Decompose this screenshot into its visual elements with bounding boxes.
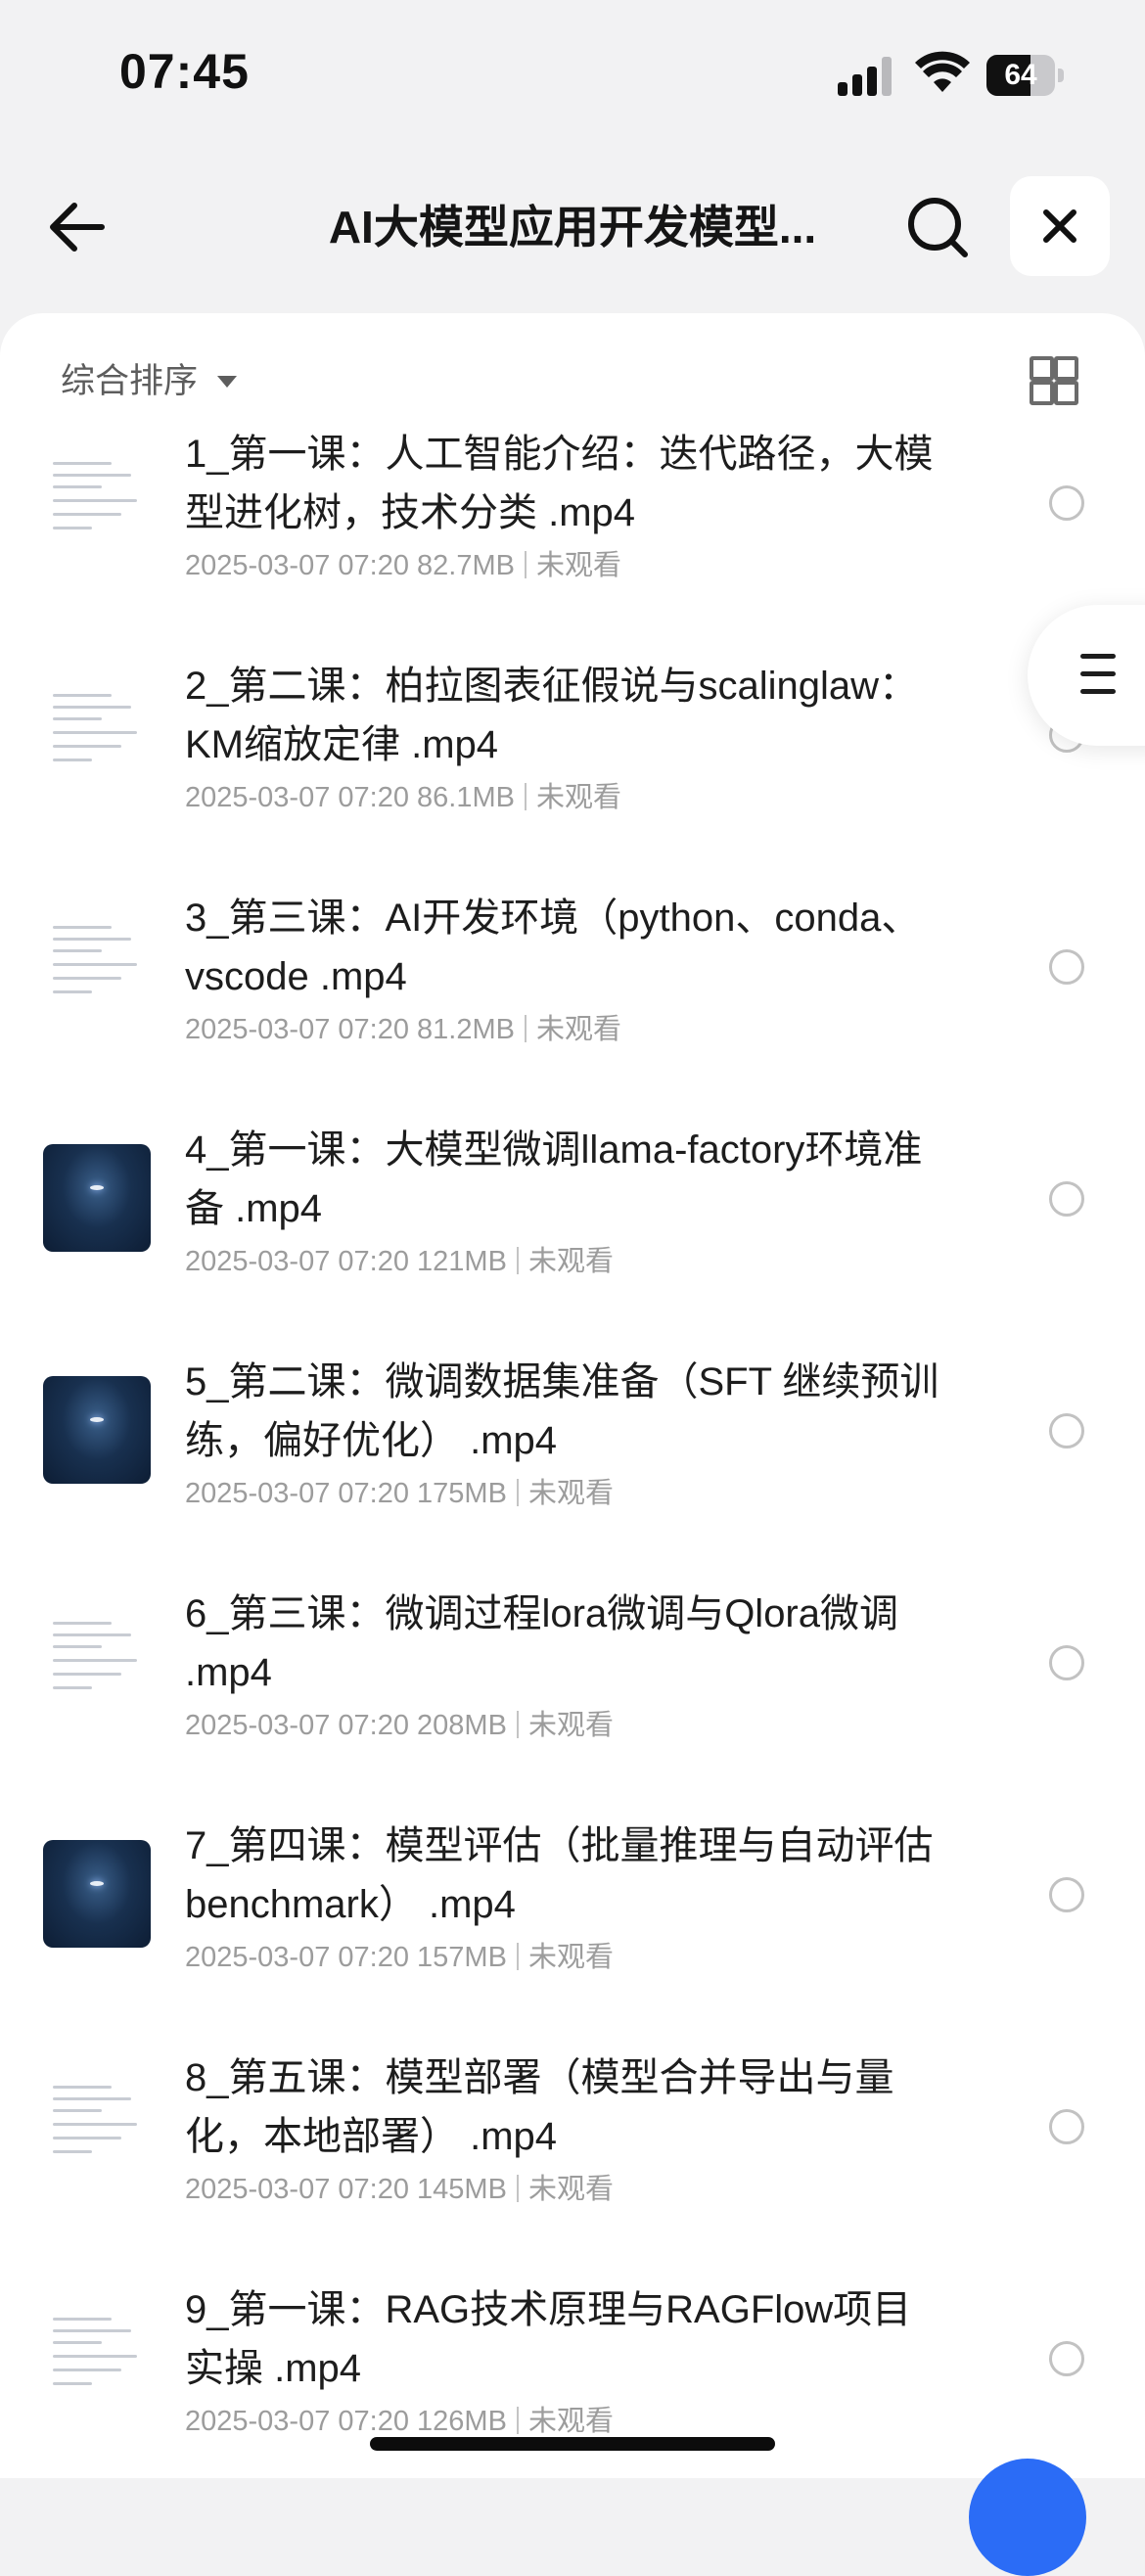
file-meta: 2025-03-07 07:20 121MB 未观看 <box>185 1238 614 1279</box>
file-meta: 2025-03-07 07:20 126MB 未观看 <box>185 2398 614 2439</box>
file-list: 1_第一课：人工智能介绍：迭代路径，大模型进化树，技术分类 .mp4 2025-0… <box>0 421 1145 2478</box>
file-name: 9_第一课：RAG技术原理与RAGFlow项目实操 .mp4 <box>185 2288 912 2390</box>
video-thumbnail <box>43 2304 151 2412</box>
battery-icon: 64 <box>986 55 1065 96</box>
header: AI大模型应用开发模型... <box>0 166 1145 284</box>
watch-status: 未观看 <box>527 1246 614 1277</box>
select-radio[interactable] <box>1049 1181 1084 1217</box>
watch-status: 未观看 <box>536 1014 622 1045</box>
status-time: 07:45 <box>119 44 250 99</box>
back-arrow-icon[interactable] <box>43 196 114 258</box>
battery-level: 64 <box>1004 59 1037 91</box>
file-date: 2025-03-07 07:20 <box>185 550 409 581</box>
close-button[interactable] <box>1010 176 1110 276</box>
select-radio[interactable] <box>1049 1413 1084 1449</box>
file-size: 121MB <box>417 1246 507 1277</box>
file-row[interactable]: 6_第三课：微调过程lora微调与Qlora微调 .mp4 2025-03-07 … <box>0 1555 1145 1787</box>
file-meta: 2025-03-07 07:20 175MB 未观看 <box>185 1470 614 1511</box>
file-name: 1_第一课：人工智能介绍：迭代路径，大模型进化树，技术分类 .mp4 <box>185 433 934 534</box>
file-row[interactable]: 3_第三课：AI开发环境（python、conda、vscode .mp4 202… <box>0 859 1145 1091</box>
file-name: 3_第三课：AI开发环境（python、conda、vscode .mp4 <box>185 897 921 998</box>
watch-status: 未观看 <box>527 2406 614 2437</box>
file-date: 2025-03-07 07:20 <box>185 1942 409 1973</box>
home-indicator <box>370 2437 775 2451</box>
file-name: 6_第三课：微调过程lora微调与Qlora微调 .mp4 <box>185 1592 899 1694</box>
file-meta: 2025-03-07 07:20 157MB 未观看 <box>185 1934 614 1975</box>
file-size: 208MB <box>417 1710 507 1741</box>
watch-status: 未观看 <box>527 1942 614 1973</box>
meta-divider <box>516 2175 519 2202</box>
sort-dropdown[interactable]: 综合排序 <box>61 352 238 411</box>
file-size: 81.2MB <box>417 1014 515 1045</box>
file-size: 86.1MB <box>417 782 515 813</box>
video-thumbnail <box>43 2072 151 2180</box>
file-row[interactable]: 2_第二课：柏拉图表征假说与scalinglaw：KM缩放定律 .mp4 2025… <box>0 627 1145 859</box>
file-name: 7_第四课：模型评估（批量推理与自动评估benchmark） .mp4 <box>185 1824 934 1926</box>
file-row[interactable]: 1_第一课：人工智能介绍：迭代路径，大模型进化树，技术分类 .mp4 2025-0… <box>0 421 1145 627</box>
file-list-sheet: 综合排序 1_第一课：人工智能介绍：迭代路径，大模型进化树，技术分类 .mp4 2… <box>0 313 1145 2478</box>
meta-divider <box>525 551 527 578</box>
file-date: 2025-03-07 07:20 <box>185 1478 409 1509</box>
file-size: 157MB <box>417 1942 507 1973</box>
file-size: 145MB <box>417 2174 507 2205</box>
watch-status: 未观看 <box>527 2174 614 2205</box>
video-thumbnail <box>43 1840 151 1948</box>
video-thumbnail <box>43 680 151 788</box>
select-radio[interactable] <box>1049 2341 1084 2376</box>
file-meta: 2025-03-07 07:20 86.1MB 未观看 <box>185 774 621 815</box>
meta-divider <box>525 1015 527 1042</box>
file-date: 2025-03-07 07:20 <box>185 782 409 813</box>
meta-divider <box>525 783 527 810</box>
video-thumbnail <box>43 912 151 1020</box>
file-name: 4_第一课：大模型微调llama-factory环境准备 .mp4 <box>185 1128 923 1230</box>
file-name: 8_第五课：模型部署（模型合并导出与量化，本地部署） .mp4 <box>185 2056 894 2158</box>
close-icon <box>1043 209 1076 243</box>
select-radio[interactable] <box>1049 2109 1084 2144</box>
watch-status: 未观看 <box>527 1478 614 1509</box>
select-radio[interactable] <box>1049 1645 1084 1680</box>
wifi-icon <box>915 51 970 92</box>
select-radio[interactable] <box>1049 949 1084 985</box>
file-row[interactable]: 7_第四课：模型评估（批量推理与自动评估benchmark） .mp4 2025-… <box>0 1787 1145 2019</box>
sort-label: 综合排序 <box>61 362 199 400</box>
video-thumbnail <box>43 1608 151 1716</box>
file-date: 2025-03-07 07:20 <box>185 1710 409 1741</box>
page-title: AI大模型应用开发模型... <box>328 202 817 253</box>
file-meta: 2025-03-07 07:20 81.2MB 未观看 <box>185 1006 621 1047</box>
select-radio[interactable] <box>1049 485 1084 521</box>
grid-view-icon[interactable] <box>1030 356 1078 405</box>
file-size: 175MB <box>417 1478 507 1509</box>
watch-status: 未观看 <box>527 1710 614 1741</box>
meta-divider <box>516 1479 519 1506</box>
file-size: 82.7MB <box>417 550 515 581</box>
meta-divider <box>516 1247 519 1274</box>
file-size: 126MB <box>417 2406 507 2437</box>
select-radio[interactable] <box>1049 1877 1084 1912</box>
file-date: 2025-03-07 07:20 <box>185 1246 409 1277</box>
file-row[interactable]: 8_第五课：模型部署（模型合并导出与量化，本地部署） .mp4 2025-03-0… <box>0 2019 1145 2251</box>
video-thumbnail <box>43 448 151 556</box>
file-meta: 2025-03-07 07:20 82.7MB 未观看 <box>185 542 621 583</box>
file-date: 2025-03-07 07:20 <box>185 2174 409 2205</box>
file-name: 5_第二课：微调数据集准备（SFT 继续预训练，偏好优化） .mp4 <box>185 1360 939 1462</box>
file-date: 2025-03-07 07:20 <box>185 1014 409 1045</box>
meta-divider <box>516 2407 519 2434</box>
video-thumbnail <box>43 1144 151 1252</box>
file-meta: 2025-03-07 07:20 208MB 未观看 <box>185 1702 614 1743</box>
video-thumbnail <box>43 1376 151 1484</box>
status-bar: 07:45 64 <box>0 0 1145 147</box>
cellular-signal-icon <box>838 57 893 96</box>
file-name: 2_第二课：柏拉图表征假说与scalinglaw：KM缩放定律 .mp4 <box>185 665 919 766</box>
caret-down-icon <box>217 375 238 388</box>
watch-status: 未观看 <box>536 550 622 581</box>
file-row[interactable]: 4_第一课：大模型微调llama-factory环境准备 .mp4 2025-03… <box>0 1091 1145 1323</box>
floating-action-button[interactable] <box>969 2459 1086 2576</box>
meta-divider <box>516 1943 519 1970</box>
search-icon[interactable] <box>904 194 971 260</box>
file-meta: 2025-03-07 07:20 145MB 未观看 <box>185 2166 614 2207</box>
file-date: 2025-03-07 07:20 <box>185 2406 409 2437</box>
file-row[interactable]: 5_第二课：微调数据集准备（SFT 继续预训练，偏好优化） .mp4 2025-0… <box>0 1323 1145 1555</box>
meta-divider <box>516 1711 519 1738</box>
watch-status: 未观看 <box>536 782 622 813</box>
